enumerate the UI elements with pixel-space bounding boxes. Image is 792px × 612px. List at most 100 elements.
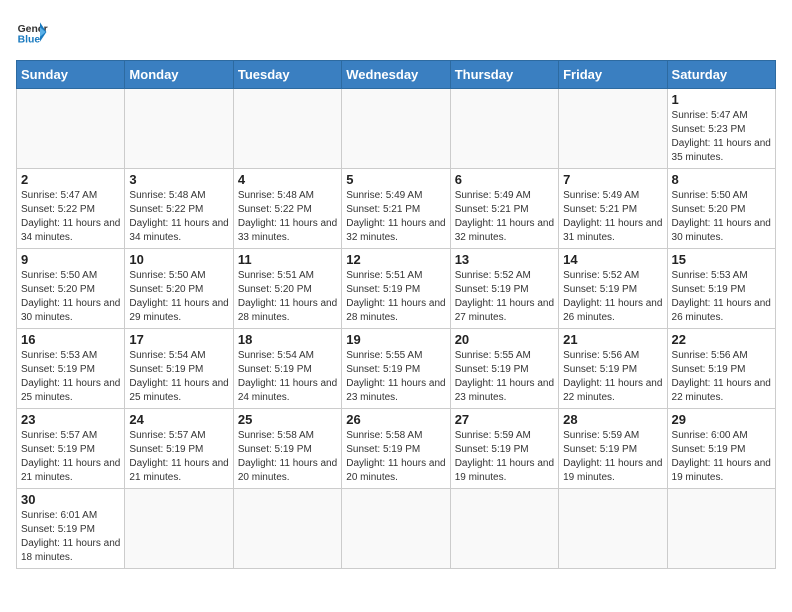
calendar-cell: 9Sunrise: 5:50 AMSunset: 5:20 PMDaylight…	[17, 249, 125, 329]
day-number: 16	[21, 332, 120, 347]
calendar-cell	[233, 489, 341, 569]
day-number: 29	[672, 412, 771, 427]
day-info: Sunrise: 5:49 AMSunset: 5:21 PMDaylight:…	[563, 189, 662, 245]
day-number: 14	[563, 252, 662, 267]
day-number: 2	[21, 172, 120, 187]
day-info: Sunrise: 5:59 AMSunset: 5:19 PMDaylight:…	[563, 429, 662, 485]
logo-icon: General Blue	[16, 16, 48, 48]
day-info: Sunrise: 5:57 AMSunset: 5:19 PMDaylight:…	[129, 429, 228, 485]
day-number: 12	[346, 252, 445, 267]
calendar-cell	[342, 489, 450, 569]
calendar-cell: 12 Sunrise: 5:51 AMSunset: 5:19 PMDayligh…	[342, 249, 450, 329]
weekday-header-tuesday: Tuesday	[233, 61, 341, 89]
calendar-cell	[559, 89, 667, 169]
calendar-cell: 17 Sunrise: 5:54 AMSunset: 5:19 PMDayligh…	[125, 329, 233, 409]
calendar-cell: 23Sunrise: 5:57 AMSunset: 5:19 PMDayligh…	[17, 409, 125, 489]
calendar-cell	[125, 489, 233, 569]
calendar-cell	[233, 89, 341, 169]
calendar-cell: 13 Sunrise: 5:52 AMSunset: 5:19 PMDayligh…	[450, 249, 558, 329]
calendar-cell: 21 Sunrise: 5:56 AMSunset: 5:19 PMDayligh…	[559, 329, 667, 409]
day-info: Sunrise: 5:59 AMSunset: 5:19 PMDaylight:…	[455, 429, 554, 485]
calendar-cell	[559, 489, 667, 569]
calendar-cell: 3Sunrise: 5:48 AMSunset: 5:22 PMDaylight…	[125, 169, 233, 249]
calendar-cell: 25 Sunrise: 5:58 AMSunset: 5:19 PMDayligh…	[233, 409, 341, 489]
calendar-cell: 14 Sunrise: 5:52 AMSunset: 5:19 PMDayligh…	[559, 249, 667, 329]
calendar-cell	[17, 89, 125, 169]
day-info: Sunrise: 5:51 AMSunset: 5:19 PMDaylight:…	[346, 269, 445, 325]
day-info: Sunrise: 5:56 AMSunset: 5:19 PMDaylight:…	[563, 349, 662, 405]
day-number: 28	[563, 412, 662, 427]
day-number: 5	[346, 172, 445, 187]
calendar-cell: 4 Sunrise: 5:48 AMSunset: 5:22 PMDaylight…	[233, 169, 341, 249]
weekday-header-monday: Monday	[125, 61, 233, 89]
calendar-cell: 5 Sunrise: 5:49 AMSunset: 5:21 PMDaylight…	[342, 169, 450, 249]
calendar-table: SundayMondayTuesdayWednesdayThursdayFrid…	[16, 60, 776, 569]
day-number: 19	[346, 332, 445, 347]
day-info: Sunrise: 5:58 AMSunset: 5:19 PMDaylight:…	[238, 429, 337, 485]
calendar-cell: 7Sunrise: 5:49 AMSunset: 5:21 PMDaylight…	[559, 169, 667, 249]
calendar-cell: 8Sunrise: 5:50 AMSunset: 5:20 PMDaylight…	[667, 169, 775, 249]
calendar-cell: 15Sunrise: 5:53 AMSunset: 5:19 PMDayligh…	[667, 249, 775, 329]
day-number: 3	[129, 172, 228, 187]
calendar-week-2: 2 Sunrise: 5:47 AMSunset: 5:22 PMDaylight…	[17, 169, 776, 249]
calendar-cell	[450, 89, 558, 169]
calendar-cell: 26Sunrise: 5:58 AMSunset: 5:19 PMDayligh…	[342, 409, 450, 489]
calendar-cell: 20Sunrise: 5:55 AMSunset: 5:19 PMDayligh…	[450, 329, 558, 409]
calendar-cell: 6 Sunrise: 5:49 AMSunset: 5:21 PMDaylight…	[450, 169, 558, 249]
day-info: Sunrise: 5:55 AMSunset: 5:19 PMDaylight:…	[346, 349, 445, 405]
day-number: 13	[455, 252, 554, 267]
calendar-cell	[450, 489, 558, 569]
day-info: Sunrise: 5:48 AMSunset: 5:22 PMDaylight:…	[238, 189, 337, 245]
day-info: Sunrise: 5:52 AMSunset: 5:19 PMDaylight:…	[455, 269, 554, 325]
logo: General Blue	[16, 16, 48, 48]
svg-text:Blue: Blue	[18, 34, 41, 45]
day-number: 18	[238, 332, 337, 347]
calendar-cell: 11Sunrise: 5:51 AMSunset: 5:20 PMDayligh…	[233, 249, 341, 329]
weekday-header-thursday: Thursday	[450, 61, 558, 89]
day-number: 21	[563, 332, 662, 347]
calendar-cell: 22Sunrise: 5:56 AMSunset: 5:19 PMDayligh…	[667, 329, 775, 409]
calendar-week-5: 23Sunrise: 5:57 AMSunset: 5:19 PMDayligh…	[17, 409, 776, 489]
day-info: Sunrise: 5:49 AMSunset: 5:21 PMDaylight:…	[346, 189, 445, 245]
day-number: 27	[455, 412, 554, 427]
day-number: 25	[238, 412, 337, 427]
calendar-cell: 18 Sunrise: 5:54 AMSunset: 5:19 PMDayligh…	[233, 329, 341, 409]
calendar-cell	[125, 89, 233, 169]
calendar-week-3: 9 Sunrise: 5:50 AMSunset: 5:20 PMDaylight…	[17, 249, 776, 329]
calendar-cell: 10 Sunrise: 5:50 AMSunset: 5:20 PMDayligh…	[125, 249, 233, 329]
weekday-header-wednesday: Wednesday	[342, 61, 450, 89]
day-info: Sunrise: 5:50 AMSunset: 5:20 PMDaylight:…	[129, 269, 228, 325]
day-number: 17	[129, 332, 228, 347]
calendar-cell: 29 Sunrise: 6:00 AMSunset: 5:19 PMDayligh…	[667, 409, 775, 489]
day-info: Sunrise: 5:58 AMSunset: 5:19 PMDaylight:…	[346, 429, 445, 485]
day-info: Sunrise: 5:47 AMSunset: 5:22 PMDaylight:…	[21, 189, 120, 245]
day-info: Sunrise: 6:01 AMSunset: 5:19 PMDaylight:…	[21, 509, 120, 565]
calendar-cell	[342, 89, 450, 169]
weekday-header-saturday: Saturday	[667, 61, 775, 89]
day-info: Sunrise: 5:53 AMSunset: 5:19 PMDaylight:…	[21, 349, 120, 405]
day-number: 22	[672, 332, 771, 347]
day-number: 4	[238, 172, 337, 187]
day-info: Sunrise: 5:54 AMSunset: 5:19 PMDaylight:…	[238, 349, 337, 405]
day-info: Sunrise: 5:54 AMSunset: 5:19 PMDaylight:…	[129, 349, 228, 405]
weekday-header-friday: Friday	[559, 61, 667, 89]
calendar-cell: 19 Sunrise: 5:55 AMSunset: 5:19 PMDayligh…	[342, 329, 450, 409]
day-number: 6	[455, 172, 554, 187]
day-info: Sunrise: 5:47 AMSunset: 5:23 PMDaylight:…	[672, 109, 771, 165]
calendar-week-6: 30Sunrise: 6:01 AMSunset: 5:19 PMDayligh…	[17, 489, 776, 569]
calendar-week-1: 1 Sunrise: 5:47 AMSunset: 5:23 PMDaylight…	[17, 89, 776, 169]
day-number: 8	[672, 172, 771, 187]
calendar-cell: 28 Sunrise: 5:59 AMSunset: 5:19 PMDayligh…	[559, 409, 667, 489]
day-number: 15	[672, 252, 771, 267]
day-number: 24	[129, 412, 228, 427]
day-info: Sunrise: 5:52 AMSunset: 5:19 PMDaylight:…	[563, 269, 662, 325]
day-number: 11	[238, 252, 337, 267]
day-number: 10	[129, 252, 228, 267]
day-number: 1	[672, 92, 771, 107]
calendar-week-4: 16 Sunrise: 5:53 AMSunset: 5:19 PMDayligh…	[17, 329, 776, 409]
calendar-cell: 16 Sunrise: 5:53 AMSunset: 5:19 PMDayligh…	[17, 329, 125, 409]
calendar-cell: 2 Sunrise: 5:47 AMSunset: 5:22 PMDaylight…	[17, 169, 125, 249]
day-info: Sunrise: 5:49 AMSunset: 5:21 PMDaylight:…	[455, 189, 554, 245]
day-info: Sunrise: 6:00 AMSunset: 5:19 PMDaylight:…	[672, 429, 771, 485]
day-number: 9	[21, 252, 120, 267]
